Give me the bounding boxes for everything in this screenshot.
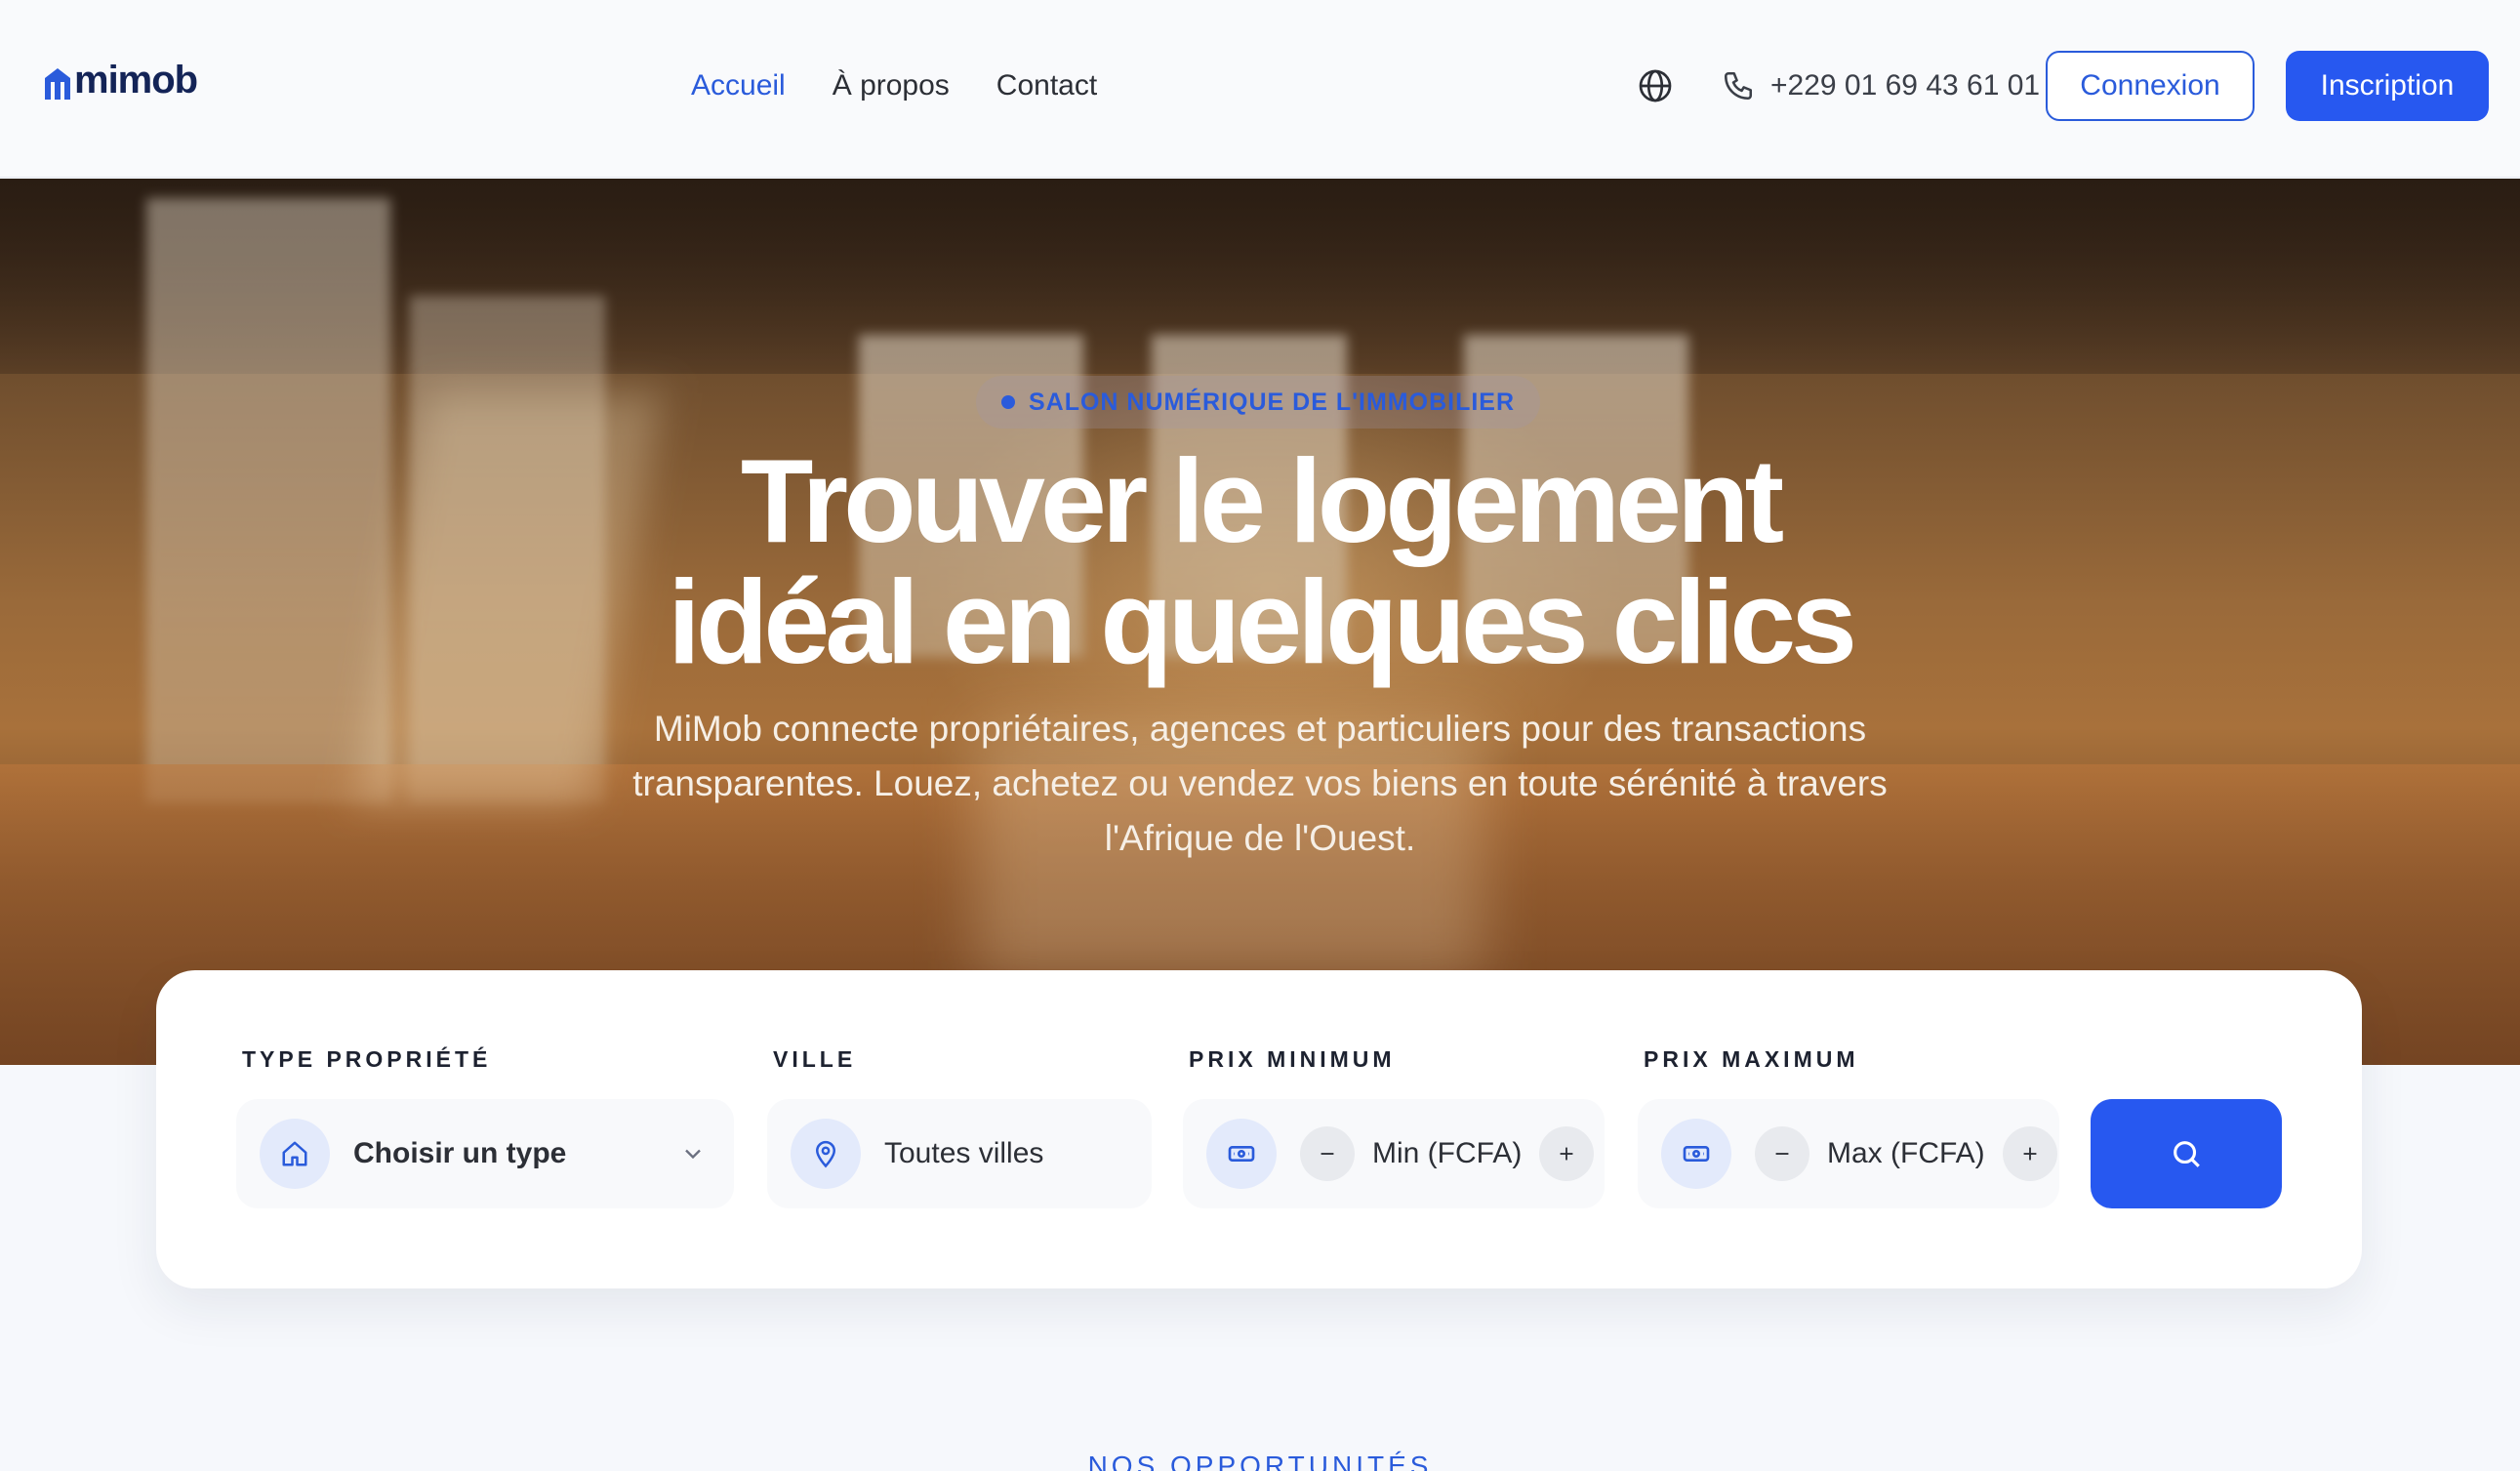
nav-item-a-propos[interactable]: À propos (833, 66, 950, 105)
logo[interactable]: mimob (43, 57, 198, 102)
type-label: TYPE PROPRIÉTÉ (242, 1046, 492, 1072)
min-price-decrement-button[interactable] (1300, 1126, 1355, 1181)
banknote-icon (1228, 1146, 1255, 1162)
plus-icon (2023, 1147, 2037, 1161)
signup-button[interactable]: Inscription (2286, 51, 2489, 121)
nav-item-contact[interactable]: Contact (996, 66, 1097, 105)
max-price-input[interactable]: Max (FCFA) (1827, 1137, 1985, 1170)
phone-contact[interactable]: +229 01 69 43 61 01 (1722, 64, 2040, 107)
logo-house-icon (45, 68, 70, 100)
badge-text: SALON NUMÉRIQUE DE L'IMMOBILIER (1028, 388, 1516, 416)
search-icon (2174, 1141, 2200, 1167)
minus-icon (1775, 1153, 1789, 1155)
site-header: mimob Accueil À propos Contact +229 01 6… (0, 0, 2520, 178)
phone-icon (1724, 71, 1753, 101)
min-price-field[interactable]: Min (FCFA) (1183, 1099, 1605, 1208)
max-price-field[interactable]: Max (FCFA) (1638, 1099, 2059, 1208)
banknote-icon (1683, 1146, 1710, 1162)
search-card: TYPE PROPRIÉTÉ Choisir un type VILLE Tou… (156, 970, 2362, 1288)
type-value: Choisir un type (353, 1137, 567, 1169)
max-price-label: PRIX MAXIMUM (1644, 1046, 1859, 1072)
phone-number: +229 01 69 43 61 01 (1770, 69, 2041, 102)
nav-item-accueil[interactable]: Accueil (691, 66, 786, 105)
banknote-icon-wrap (1206, 1119, 1277, 1189)
max-price-increment-button[interactable] (2002, 1126, 2057, 1181)
globe-icon[interactable] (1638, 68, 1673, 103)
map-pin-icon (815, 1140, 836, 1168)
min-price-label: PRIX MINIMUM (1189, 1046, 1396, 1072)
min-price-increment-button[interactable] (1539, 1126, 1595, 1181)
hero-section: SALON NUMÉRIQUE DE L'IMMOBILIER Trouver … (0, 179, 2520, 1065)
search-button[interactable] (2091, 1099, 2282, 1208)
plus-icon (1560, 1147, 1573, 1161)
hero-subtitle: MiMob connecte propriétaires, agences et… (632, 709, 1888, 858)
max-price-decrement-button[interactable] (1755, 1126, 1809, 1181)
city-select[interactable]: Toutes villes (767, 1099, 1152, 1208)
home-icon-wrap (260, 1119, 330, 1189)
city-value: Toutes villes (884, 1137, 1044, 1169)
chevron-down-icon (685, 1149, 701, 1160)
hero-title-line-1: Trouver le logement (740, 434, 1784, 567)
badge-dot (1000, 395, 1015, 409)
main-nav: Accueil À propos Contact (691, 66, 1097, 105)
home-icon (282, 1141, 307, 1166)
hero-badge: SALON NUMÉRIQUE DE L'IMMOBILIER (976, 376, 1540, 429)
login-button[interactable]: Connexion (2046, 51, 2255, 121)
section-label: NOS OPPORTUNITÉS (1087, 1451, 1433, 1471)
type-select[interactable]: Choisir un type (236, 1099, 734, 1208)
minus-icon (1321, 1153, 1334, 1155)
map-pin-icon-wrap (791, 1119, 861, 1189)
hero-title-line-2: idéal en quelques clics (668, 555, 1857, 688)
hero-title: Trouver le logement idéal en quelques cl… (0, 440, 2520, 682)
banknote-icon-wrap (1661, 1119, 1731, 1189)
min-price-input[interactable]: Min (FCFA) (1372, 1137, 1522, 1170)
city-label: VILLE (773, 1046, 857, 1072)
logo-text: mimob (74, 59, 198, 102)
